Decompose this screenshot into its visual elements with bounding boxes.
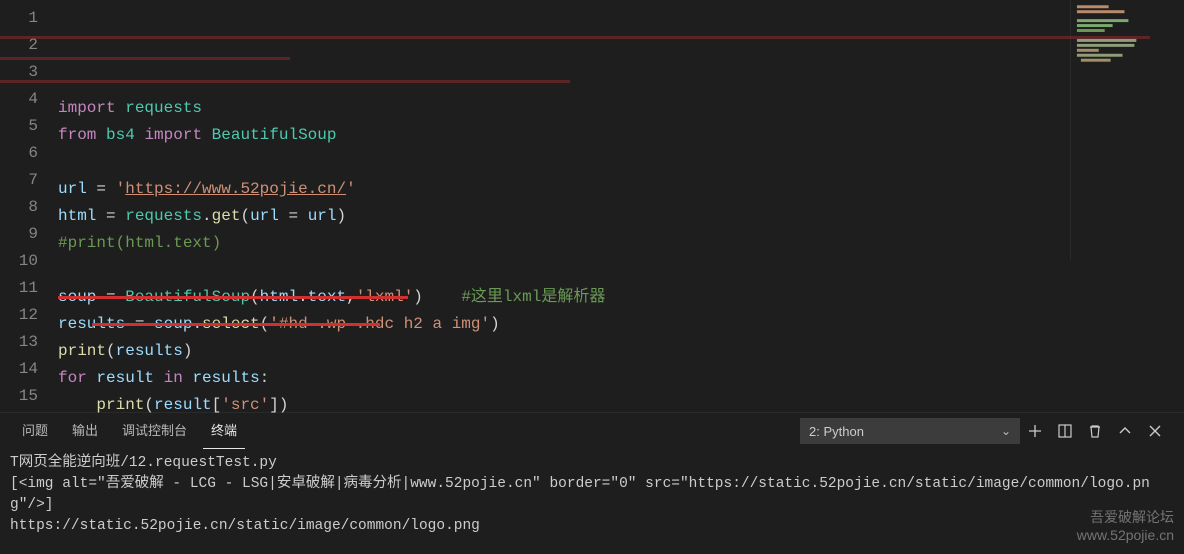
line-number: 8 <box>0 194 38 221</box>
line-number: 4 <box>0 86 38 113</box>
code-line[interactable]: url = 'https://www.52pojie.cn/' <box>58 176 1184 203</box>
tab-problems[interactable]: 问题 <box>14 413 56 449</box>
watermark: 吾爱破解论坛 www.52pojie.cn <box>1077 508 1174 544</box>
code-line[interactable]: for result in results: <box>58 365 1184 392</box>
line-number: 9 <box>0 221 38 248</box>
line-number: 13 <box>0 329 38 356</box>
code-line[interactable]: #print(html.text) <box>58 230 1184 257</box>
line-number-gutter: 123456789101112131415 <box>0 0 58 412</box>
code-editor[interactable]: 123456789101112131415 import requestsfro… <box>0 0 1184 412</box>
line-number: 5 <box>0 113 38 140</box>
code-line[interactable] <box>58 149 1184 176</box>
line-number: 14 <box>0 356 38 383</box>
code-line[interactable] <box>58 257 1184 284</box>
code-line[interactable]: print(results) <box>58 338 1184 365</box>
annotation-underline-1 <box>58 296 408 299</box>
line-number: 1 <box>0 5 38 32</box>
line-number: 6 <box>0 140 38 167</box>
code-line[interactable]: import requests <box>58 95 1184 122</box>
code-line[interactable] <box>58 419 1184 446</box>
code-line[interactable] <box>58 473 1184 500</box>
code-content[interactable]: import requestsfrom bs4 import Beautiful… <box>58 0 1184 412</box>
code-line[interactable]: print(result['src']) <box>58 392 1184 419</box>
line-number: 15 <box>0 383 38 410</box>
watermark-url: www.52pojie.cn <box>1077 526 1174 544</box>
terminal-line: https://static.52pojie.cn/static/image/c… <box>10 516 1174 537</box>
code-line[interactable]: from bs4 import BeautifulSoup <box>58 122 1184 149</box>
line-number: 11 <box>0 275 38 302</box>
line-number: 12 <box>0 302 38 329</box>
code-line[interactable] <box>58 446 1184 473</box>
line-number: 7 <box>0 167 38 194</box>
line-number: 10 <box>0 248 38 275</box>
minimap[interactable] <box>1070 0 1170 260</box>
watermark-title: 吾爱破解论坛 <box>1077 508 1174 526</box>
code-line[interactable]: html = requests.get(url = url) <box>58 203 1184 230</box>
annotation-underline-2 <box>92 323 380 326</box>
